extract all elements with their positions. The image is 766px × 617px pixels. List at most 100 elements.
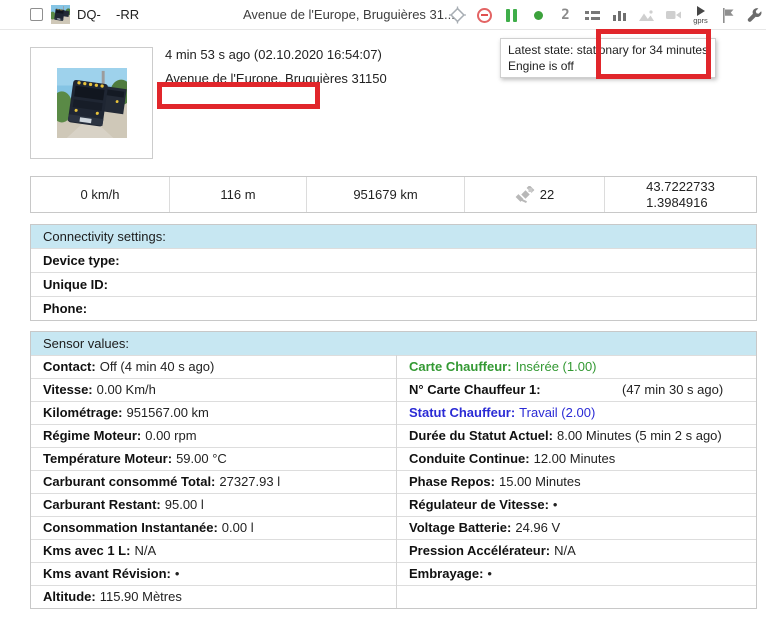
sensor-label: Kms avant Révision: <box>43 566 171 581</box>
annotation-box-state <box>596 29 711 79</box>
sensor-label: Embrayage: <box>409 566 483 581</box>
sensor-label: Carburant consommé Total: <box>43 474 215 489</box>
unit-name-suffix[interactable]: -RR <box>116 7 139 22</box>
table-row: Température Moteur: 59.00 °C <box>31 447 396 470</box>
latitude: 43.7222733 <box>646 179 715 195</box>
table-row: Consommation Instantanée: 0.00 l <box>31 516 396 539</box>
sensor-value: Insérée (1.00) <box>516 359 597 374</box>
sensor-column-left: Contact:Off (4 min 40 s ago) Vitesse:0.0… <box>31 355 396 608</box>
satellites-icon <box>515 186 535 203</box>
sensor-label: Régulateur de Vitesse: <box>409 497 549 512</box>
track-icon[interactable]: 2 <box>557 5 574 25</box>
locate-target-icon[interactable] <box>449 5 466 25</box>
unit-checkbox[interactable] <box>30 8 43 21</box>
unit-header-bar: DQ- -RR Avenue de l'Europe, Bruguières 3… <box>0 0 766 30</box>
sensor-label: Consommation Instantanée: <box>43 520 218 535</box>
stat-altitude: 116 m <box>169 177 306 212</box>
sensor-value: 59.00 °C <box>176 451 227 466</box>
connectivity-header: Connectivity settings: <box>31 225 756 248</box>
sensor-value: 95.00 l <box>165 497 204 512</box>
flag-icon[interactable] <box>719 5 736 25</box>
satellites-count: 22 <box>540 187 554 202</box>
sensor-label: Conduite Continue: <box>409 451 530 466</box>
stat-mileage: 951679 km <box>306 177 464 212</box>
sensor-value: 15.00 Minutes <box>499 474 581 489</box>
longitude: 1.3984916 <box>646 195 715 211</box>
sensor-value: • <box>487 566 492 581</box>
sensor-label: N° Carte Chauffeur 1: <box>409 382 541 397</box>
table-row: Régulateur de Vitesse: • <box>397 493 756 516</box>
sensor-value: Off (4 min 40 s ago) <box>100 359 215 374</box>
sensor-values-table: Sensor values: Contact: Off (4 min 40 s a… <box>30 331 757 609</box>
unit-address: Avenue de l'Europe, Bruguières 31... <box>243 7 455 22</box>
table-row: Durée du Statut Actuel: 8.00 Minutes (5 m… <box>397 424 756 447</box>
stats-strip: 0 km/h 116 m 951679 km 22 43.7222733 1.3… <box>30 176 757 213</box>
sensors-header: Sensor values: <box>31 332 756 355</box>
sensor-value: • <box>175 566 180 581</box>
table-row: Kms avant Révision: • <box>31 562 396 585</box>
table-row: Unique ID: <box>31 272 756 296</box>
properties-list-icon[interactable] <box>584 5 601 25</box>
row-label: Device type: <box>43 253 120 268</box>
sensor-label: Régime Moteur: <box>43 428 141 443</box>
gprs-label: gprs <box>693 17 708 25</box>
table-row: Device type: <box>31 248 756 272</box>
table-row: Kms avec 1 L:N/A <box>31 539 396 562</box>
sensor-label: Durée du Statut Actuel: <box>409 428 553 443</box>
table-row: Voltage Batterie:24.96 V <box>397 516 756 539</box>
sensor-label: Pression Accélérateur: <box>409 543 550 558</box>
stat-speed: 0 km/h <box>31 177 169 212</box>
sensor-label: Statut Chauffeur: <box>409 405 515 420</box>
sensor-label: Kms avec 1 L: <box>43 543 130 558</box>
sensor-value: 0.00 Km/h <box>97 382 156 397</box>
pause-icon[interactable] <box>503 5 520 25</box>
table-row: Carte Chauffeur: Insérée (1.00) <box>397 355 756 378</box>
sensor-value: N/A <box>554 543 576 558</box>
gprs-command-icon[interactable]: gprs <box>692 5 709 25</box>
wrench-icon[interactable] <box>746 5 763 25</box>
video-icon <box>665 5 682 25</box>
sensor-label: Carte Chauffeur: <box>409 359 512 374</box>
sensor-label: Température Moteur: <box>43 451 172 466</box>
sensor-value: • <box>553 497 558 512</box>
sensor-value: 0.00 l <box>222 520 254 535</box>
connection-dot-icon <box>530 5 547 25</box>
stat-coordinates: 43.7222733 1.3984916 <box>604 177 756 212</box>
sensor-value-timestamp: (47 min 30 s ago) <box>622 379 723 401</box>
sensor-value: 12.00 Minutes <box>534 451 616 466</box>
row-label: Unique ID: <box>43 277 108 292</box>
table-row: Statut Chauffeur: Travail (2.00) <box>397 401 756 424</box>
sensor-value: Travail (2.00) <box>519 405 595 420</box>
unit-mini-photo[interactable] <box>51 5 70 24</box>
truck-photo-icon <box>51 5 70 24</box>
table-row: N° Carte Chauffeur 1: (47 min 30 s ago) <box>397 378 756 401</box>
chart-icon[interactable] <box>611 5 628 25</box>
sensor-value: 24.96 V <box>515 520 560 535</box>
table-row: Pression Accélérateur: N/A <box>397 539 756 562</box>
last-message-time: 4 min 53 s ago (02.10.2020 16:54:07) <box>165 47 382 62</box>
row-label: Phone: <box>43 301 87 316</box>
truck-photo <box>57 67 127 139</box>
sensor-label: Altitude: <box>43 589 96 604</box>
unit-photo[interactable] <box>30 47 153 159</box>
unit-name[interactable]: DQ- <box>77 7 101 22</box>
table-row: Altitude: 115.90 Mètres <box>31 585 396 608</box>
sensor-column-right: Carte Chauffeur: Insérée (1.00) N° Carte … <box>396 355 756 608</box>
unit-toolbar: 2 gprs <box>449 0 763 30</box>
table-row: Phone: <box>31 296 756 320</box>
table-row: Carburant Restant:95.00 l <box>31 493 396 516</box>
sensor-value: 115.90 Mètres <box>100 589 182 604</box>
sensor-value: 8.00 Minutes (5 min 2 s ago) <box>557 428 722 443</box>
sensor-value: 951567.00 km <box>126 405 208 420</box>
sensor-value: 27327.93 l <box>219 474 280 489</box>
connectivity-table: Connectivity settings: Device type: Uniq… <box>30 224 757 321</box>
sensor-label: Contact: <box>43 359 96 374</box>
table-row: Kilométrage:951567.00 km <box>31 401 396 424</box>
table-row: Contact: Off (4 min 40 s ago) <box>31 355 396 378</box>
table-row <box>397 585 756 608</box>
no-entry-icon[interactable] <box>476 5 493 25</box>
table-row: Régime Moteur: 0.00 rpm <box>31 424 396 447</box>
sensor-value: 0.00 rpm <box>145 428 196 443</box>
sensor-label: Phase Repos: <box>409 474 495 489</box>
annotation-box-redacted-name <box>157 82 320 109</box>
